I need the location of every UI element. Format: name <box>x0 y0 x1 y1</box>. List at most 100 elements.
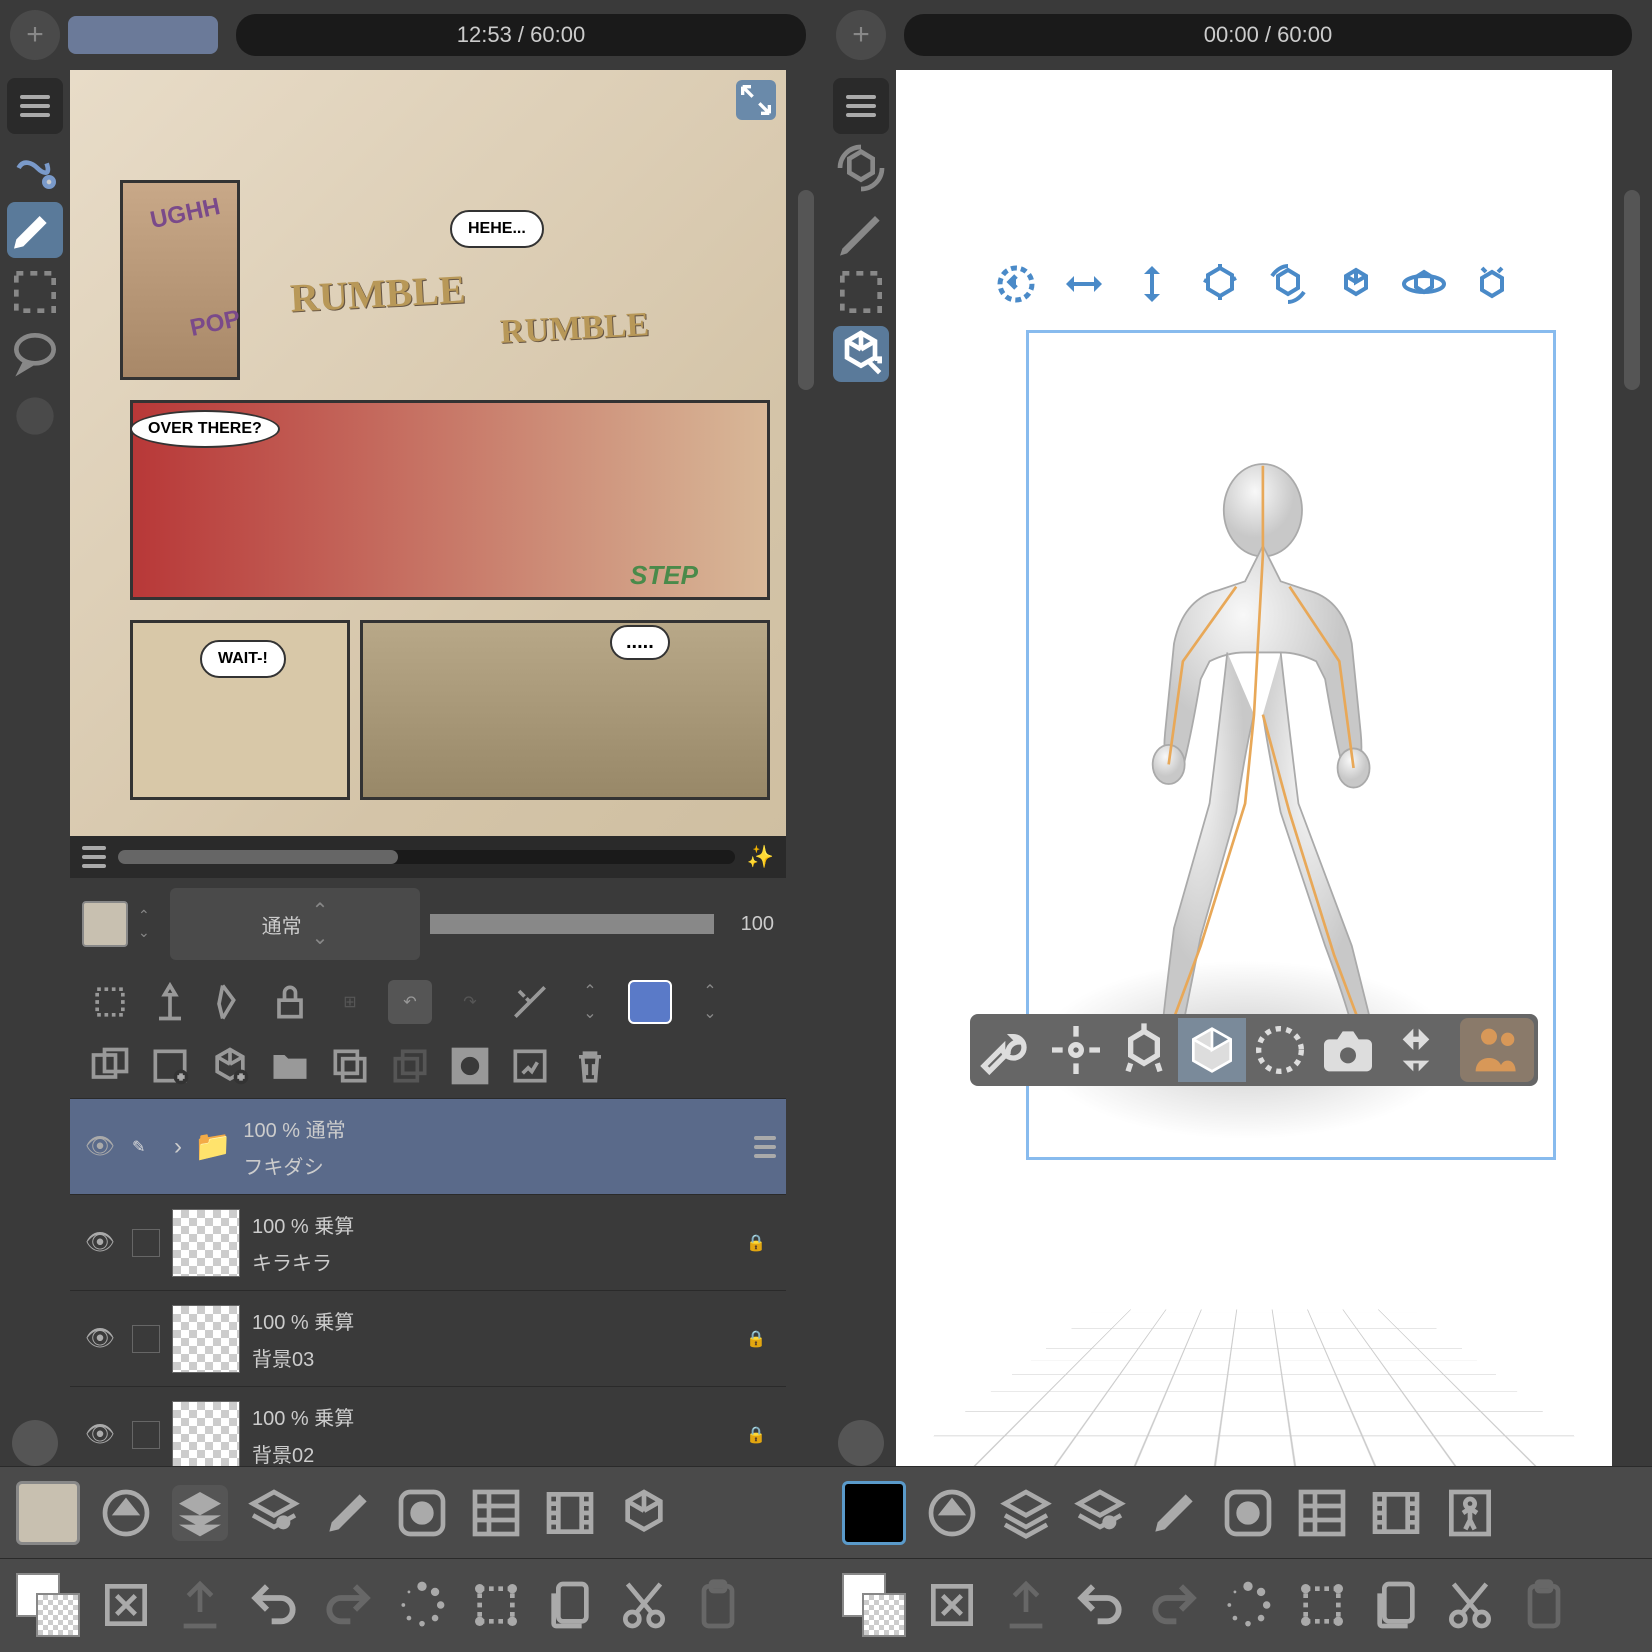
mini-color-swatches[interactable] <box>842 1573 906 1637</box>
layer-crop-icon[interactable] <box>88 980 132 1024</box>
wand-icon[interactable]: ✨ <box>747 844 774 870</box>
film-icon[interactable] <box>542 1485 598 1541</box>
pen-tool-icon[interactable] <box>833 202 889 258</box>
layer-ruler-stepper[interactable]: ⌃⌄ <box>568 980 612 1024</box>
nav-icon[interactable] <box>924 1485 980 1541</box>
cube-scale-gizmo-icon[interactable] <box>1332 260 1380 308</box>
shelf-icon[interactable] <box>1294 1485 1350 1541</box>
mini-color-swatches[interactable] <box>16 1573 80 1637</box>
new-layer-icon[interactable] <box>88 1044 132 1088</box>
cube-solid-icon[interactable] <box>1178 1018 1246 1082</box>
rotate-gizmo-icon[interactable] <box>992 260 1040 308</box>
loading-icon[interactable] <box>1220 1577 1276 1633</box>
loading-icon[interactable] <box>394 1577 450 1633</box>
transform-icon[interactable] <box>468 1577 524 1633</box>
cut-icon[interactable] <box>1442 1577 1498 1633</box>
undo-icon[interactable] <box>246 1577 302 1633</box>
cube-sync-icon[interactable] <box>833 140 889 196</box>
target-icon[interactable] <box>1042 1018 1110 1082</box>
selection-tool-icon[interactable] <box>7 264 63 320</box>
title-pill[interactable] <box>68 16 218 54</box>
color-chip-stepper[interactable]: ⌃⌄ <box>688 980 732 1024</box>
add-button[interactable]: + <box>10 10 60 60</box>
transform-icon[interactable] <box>1294 1577 1350 1633</box>
color-tool-icon[interactable] <box>7 388 63 444</box>
copy-icon[interactable] <box>542 1577 598 1633</box>
undo-icon[interactable] <box>1072 1577 1128 1633</box>
layer-reference-icon[interactable] <box>148 980 192 1024</box>
canvas-left[interactable]: UGHH POP RUMBLE RUMBLE HEHE... OVER THER… <box>70 70 786 1466</box>
cut-icon[interactable] <box>616 1577 672 1633</box>
layer-row-folder[interactable]: 👁 ✎ › 📁 100 % 通常 フキダシ <box>70 1098 786 1194</box>
camera-icon[interactable] <box>1314 1018 1382 1082</box>
brush-tool-icon[interactable] <box>7 202 63 258</box>
link-lock-icon[interactable]: 🔒 <box>746 1233 776 1253</box>
mannequin-figure[interactable] <box>1074 448 1434 1088</box>
canvas-right[interactable] <box>896 70 1612 1466</box>
sublayers-icon[interactable] <box>1072 1485 1128 1541</box>
sublayers-icon[interactable] <box>246 1485 302 1541</box>
record-icon[interactable] <box>394 1485 450 1541</box>
fx-icon[interactable] <box>508 1044 552 1088</box>
brush-settings-icon[interactable] <box>320 1485 376 1541</box>
wrench-icon[interactable] <box>974 1018 1042 1082</box>
layer-menu-icon[interactable] <box>754 1136 776 1158</box>
color-stepper[interactable]: ⌃⌄ <box>138 907 160 941</box>
blend-mode-dropdown[interactable]: 通常⌃⌄ <box>170 888 420 960</box>
primary-color-swatch[interactable] <box>16 1481 80 1545</box>
lp-scrollbar[interactable] <box>118 850 735 864</box>
cube-select-icon[interactable] <box>833 326 889 382</box>
people-icon[interactable] <box>1460 1018 1534 1082</box>
layer-undo-icon[interactable]: ↶ <box>388 980 432 1024</box>
new-3d-icon[interactable] <box>208 1044 252 1088</box>
clear-icon[interactable] <box>98 1577 154 1633</box>
layers-icon[interactable] <box>998 1485 1054 1541</box>
mask-circle-icon[interactable] <box>448 1044 492 1088</box>
new-folder-icon[interactable] <box>268 1044 312 1088</box>
layer-checkbox[interactable] <box>132 1325 160 1353</box>
cube-rotate-gizmo-icon[interactable] <box>1264 260 1312 308</box>
copy-icon[interactable] <box>1368 1577 1424 1633</box>
move-y-gizmo-icon[interactable] <box>1128 260 1176 308</box>
layers-icon[interactable] <box>172 1485 228 1541</box>
layer-checkbox[interactable] <box>132 1229 160 1257</box>
link-lock-icon[interactable]: 🔒 <box>746 1425 776 1445</box>
side-color-circle[interactable] <box>12 1420 58 1466</box>
layer-mask-icon[interactable] <box>208 980 252 1024</box>
layer-color-chip[interactable] <box>628 980 672 1024</box>
duplicate-icon[interactable] <box>328 1044 372 1088</box>
right-scrollbar-right-pane[interactable] <box>1612 70 1652 1466</box>
opacity-slider[interactable] <box>430 914 714 934</box>
nav-icon[interactable] <box>98 1485 154 1541</box>
layer-row-kirakira[interactable]: 👁 100 % 乗算 キラキラ 🔒 <box>70 1194 786 1290</box>
lp-menu-icon[interactable] <box>82 846 106 868</box>
cube-move-gizmo-icon[interactable] <box>1196 260 1244 308</box>
layer-checkbox[interactable] <box>132 1421 160 1449</box>
menu-button[interactable] <box>833 78 889 134</box>
visibility-icon[interactable]: 👁 <box>80 1324 120 1353</box>
visibility-icon[interactable]: 👁 <box>80 1420 120 1449</box>
cube-axis-icon[interactable] <box>1110 1018 1178 1082</box>
move-x-gizmo-icon[interactable] <box>1060 260 1108 308</box>
shelf-icon[interactable] <box>468 1485 524 1541</box>
cube-snap-gizmo-icon[interactable] <box>1468 260 1516 308</box>
speech-tool-icon[interactable] <box>7 326 63 382</box>
expand-arrow-icon[interactable]: › <box>174 1133 182 1161</box>
flip-icon[interactable] <box>1382 1018 1450 1082</box>
delete-layer-icon[interactable] <box>568 1044 612 1088</box>
brush-settings-icon[interactable] <box>1146 1485 1202 1541</box>
side-color-circle[interactable] <box>838 1420 884 1466</box>
cube-orbit-gizmo-icon[interactable] <box>1400 260 1448 308</box>
primary-color-swatch[interactable] <box>842 1481 906 1545</box>
new-vector-icon[interactable] <box>148 1044 192 1088</box>
layer-row-bg03[interactable]: 👁 100 % 乗算 背景03 🔒 <box>70 1290 786 1386</box>
add-button[interactable]: + <box>836 10 886 60</box>
layer-lock-icon[interactable] <box>268 980 312 1024</box>
figure-icon[interactable] <box>1442 1485 1498 1541</box>
expand-icon[interactable] <box>736 80 776 120</box>
link-lock-icon[interactable]: 🔒 <box>746 1329 776 1349</box>
layer-color-swatch[interactable] <box>82 901 128 947</box>
cube-icon[interactable] <box>616 1485 672 1541</box>
film-icon[interactable] <box>1368 1485 1424 1541</box>
rotate-icon[interactable] <box>1246 1018 1314 1082</box>
